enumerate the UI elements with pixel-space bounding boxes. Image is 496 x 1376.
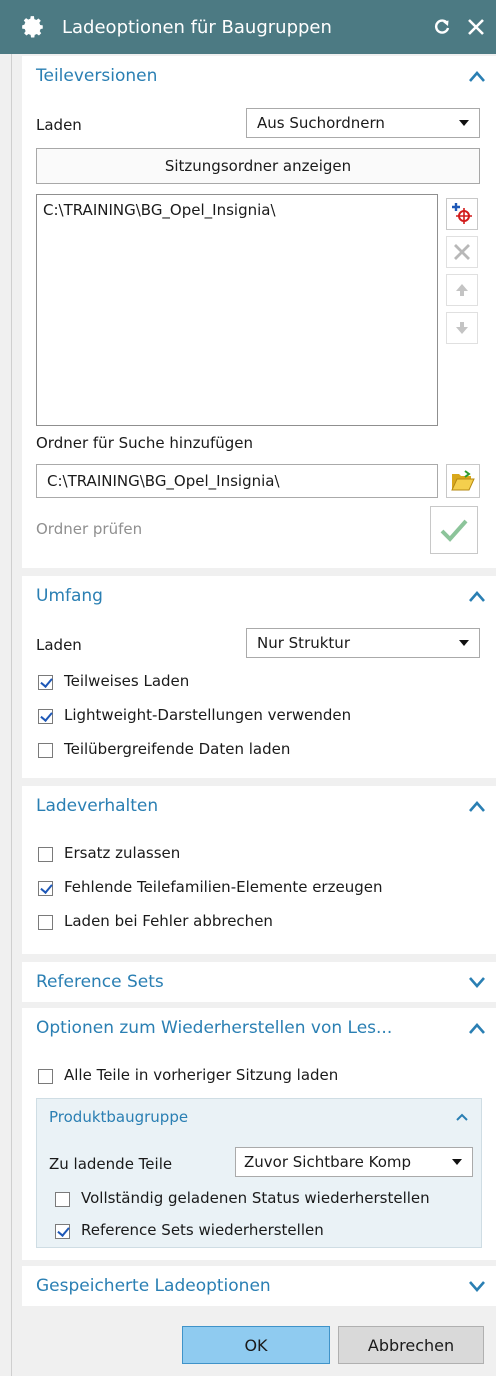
arrow-down-icon <box>456 322 468 334</box>
show-session-folder-button[interactable]: Sitzungsordner anzeigen <box>36 148 480 184</box>
section-header-gespeicherte-ladeoptionen[interactable]: Gespeicherte Ladeoptionen <box>22 1266 496 1306</box>
reset-icon[interactable] <box>428 13 456 41</box>
move-down-button[interactable] <box>446 312 478 344</box>
allow-substitute-checkbox[interactable] <box>38 847 53 862</box>
add-folder-label: Ordner für Suche hinzufügen <box>36 434 254 452</box>
abort-on-error-label: Laden bei Fehler abbrechen <box>64 912 273 930</box>
chevron-up-icon[interactable] <box>468 69 486 83</box>
section-header-reference-sets[interactable]: Reference Sets <box>22 962 496 1002</box>
panel-umfang: Umfang Laden Nur Struktur Teilweises Lad… <box>22 576 496 778</box>
partial-load-checkbox[interactable] <box>38 675 53 690</box>
chevron-up-icon[interactable] <box>468 589 486 603</box>
title-bar: Ladeoptionen für Baugruppen <box>0 0 496 54</box>
chevron-up-icon[interactable] <box>455 1112 469 1122</box>
panel-teileversionen: Teileversionen Laden Aus Suchordnern Sit… <box>22 56 496 568</box>
chevron-up-icon[interactable] <box>468 1021 486 1035</box>
allow-substitute-label: Ersatz zulassen <box>64 844 181 862</box>
chevron-down-icon <box>452 1159 462 1165</box>
cancel-button[interactable]: Abbrechen <box>338 1326 484 1364</box>
check-folder-button[interactable] <box>430 506 478 554</box>
list-item[interactable]: C:\TRAINING\BG_Opel_Insignia\ <box>37 195 437 219</box>
panel-wiederherstellen: Optionen zum Wiederherstellen von Les...… <box>22 1008 496 1260</box>
section-header-wiederherstellen[interactable]: Optionen zum Wiederherstellen von Les... <box>22 1008 496 1048</box>
parts-to-load-select[interactable]: Zuvor Sichtbare Komp <box>235 1147 473 1177</box>
create-family-members-checkbox[interactable] <box>38 881 53 896</box>
section-header-umfang[interactable]: Umfang <box>22 576 496 616</box>
section-header-ladeverhalten[interactable]: Ladeverhalten <box>22 786 496 826</box>
add-folder-input[interactable]: C:\TRAINING\BG_Opel_Insignia\ <box>36 464 438 498</box>
panel-reference-sets: Reference Sets <box>22 962 496 1002</box>
window-title: Ladeoptionen für Baugruppen <box>62 16 332 38</box>
chevron-up-icon[interactable] <box>468 799 486 813</box>
gear-icon[interactable] <box>20 14 46 40</box>
search-folder-list[interactable]: C:\TRAINING\BG_Opel_Insignia\ <box>36 194 438 426</box>
cross-part-data-label: Teilübergreifende Daten laden <box>64 740 291 758</box>
ok-button[interactable]: OK <box>182 1326 330 1364</box>
section-header-teileversionen[interactable]: Teileversionen <box>22 56 496 96</box>
subpanel-produktbaugruppe: Produktbaugruppe Zu ladende Teile Zuvor … <box>36 1098 482 1248</box>
close-icon[interactable] <box>462 13 490 41</box>
browse-folder-button[interactable] <box>446 464 480 498</box>
abort-on-error-checkbox[interactable] <box>38 915 53 930</box>
add-folder-button[interactable] <box>446 198 478 230</box>
add-icon <box>452 203 472 224</box>
umfang-laden-label: Laden <box>36 636 82 654</box>
laden-select[interactable]: Aus Suchordnern <box>246 108 480 138</box>
chevron-down-icon <box>459 640 469 646</box>
chevron-down-icon <box>459 120 469 126</box>
dialog-border <box>0 54 12 1376</box>
lightweight-checkbox[interactable] <box>38 709 53 724</box>
cross-part-data-checkbox[interactable] <box>38 743 53 758</box>
remove-icon <box>454 244 470 260</box>
panel-ladeverhalten: Ladeverhalten Ersatz zulassen Fehlende T… <box>22 786 496 954</box>
create-family-members-label: Fehlende Teilefamilien-Elemente erzeugen <box>64 878 383 896</box>
chevron-down-icon[interactable] <box>468 1279 486 1293</box>
chevron-down-icon[interactable] <box>468 975 486 989</box>
check-folder-label: Ordner prüfen <box>36 520 143 538</box>
all-parts-label: Alle Teile in vorheriger Sitzung laden <box>64 1066 339 1084</box>
section-header-produktbaugruppe[interactable]: Produktbaugruppe <box>37 1099 481 1135</box>
laden-label: Laden <box>36 116 82 134</box>
lightweight-label: Lightweight-Darstellungen verwenden <box>64 706 352 724</box>
parts-to-load-label: Zu ladende Teile <box>49 1155 173 1173</box>
move-up-button[interactable] <box>446 274 478 306</box>
arrow-up-icon <box>456 284 468 296</box>
restore-reference-sets-checkbox[interactable] <box>55 1224 70 1239</box>
restore-load-status-label: Vollständig geladenen Status wiederherst… <box>81 1189 430 1207</box>
restore-load-status-checkbox[interactable] <box>55 1192 70 1207</box>
folder-open-icon <box>451 470 475 491</box>
remove-folder-button[interactable] <box>446 236 478 268</box>
all-parts-checkbox[interactable] <box>38 1069 53 1084</box>
panel-gespeicherte-ladeoptionen: Gespeicherte Ladeoptionen <box>22 1266 496 1306</box>
partial-load-label: Teilweises Laden <box>64 672 190 690</box>
restore-reference-sets-label: Reference Sets wiederherstellen <box>81 1221 324 1239</box>
umfang-laden-select[interactable]: Nur Struktur <box>246 628 480 658</box>
checkmark-icon <box>440 519 468 542</box>
